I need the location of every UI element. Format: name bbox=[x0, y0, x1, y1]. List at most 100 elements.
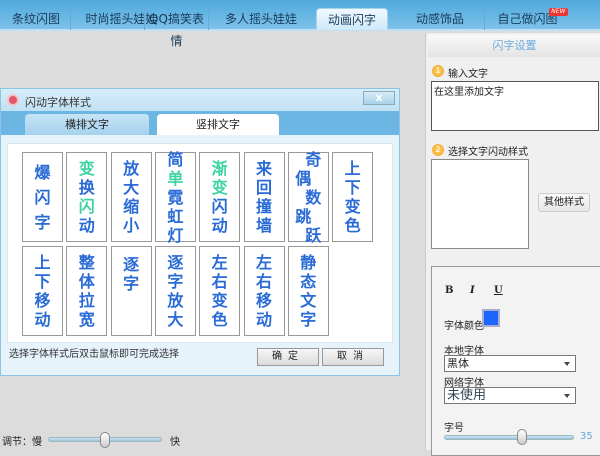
style-char: 撞 bbox=[255, 197, 272, 216]
style-card[interactable]: 简单霓虹灯 bbox=[154, 149, 196, 245]
style-char: 态 bbox=[300, 272, 317, 291]
style-char: 闪 bbox=[211, 197, 228, 216]
nav-tab[interactable]: 动感饰品 bbox=[396, 8, 484, 30]
style-char: 拉 bbox=[78, 291, 95, 310]
style-preview[interactable] bbox=[431, 159, 529, 249]
style-char: 偶 bbox=[295, 168, 312, 188]
style-char: 来 bbox=[255, 159, 272, 178]
style-char: 字 bbox=[123, 274, 140, 293]
local-font-value: 黑体 bbox=[447, 357, 469, 370]
style-card[interactable]: 逐字放大 bbox=[154, 246, 196, 336]
style-char: 色 bbox=[211, 310, 228, 329]
style-char: 跃 bbox=[305, 225, 322, 245]
style-char: 回 bbox=[255, 178, 272, 197]
style-char: 色 bbox=[344, 216, 361, 235]
speed-slider-thumb[interactable] bbox=[100, 432, 110, 448]
style-char: 跳 bbox=[295, 206, 312, 226]
style-char: 宽 bbox=[78, 310, 95, 329]
style-char: 下 bbox=[34, 272, 51, 291]
style-char: 上 bbox=[34, 253, 51, 272]
style-card[interactable]: 上下变色 bbox=[332, 152, 374, 242]
style-char: 变 bbox=[211, 178, 228, 197]
style-char: 动 bbox=[211, 216, 228, 235]
web-font-select[interactable]: 未使用 bbox=[444, 387, 576, 404]
style-card[interactable]: 渐变闪动 bbox=[199, 152, 241, 242]
text-input[interactable]: 在这里添加文字 bbox=[431, 81, 599, 131]
style-card[interactable]: 静态文字 bbox=[287, 246, 329, 336]
nav-tab[interactable]: 多人摇头娃娃 bbox=[208, 8, 313, 30]
style-char: 字 bbox=[300, 310, 317, 329]
step-1-label: 输入文字 bbox=[448, 69, 488, 80]
nav-tab-label: 动感饰品 bbox=[415, 12, 464, 26]
style-char: 右 bbox=[211, 272, 228, 291]
style-char: 单 bbox=[167, 168, 184, 188]
top-nav: 条纹闪图 时尚摇头娃娃 QQ搞笑表情 多人摇头娃娃 动画闪字 动感饰品 自己做闪图 NEW bbox=[0, 0, 600, 48]
style-card[interactable]: 逐字 bbox=[110, 246, 152, 336]
nav-tab[interactable]: QQ搞笑表情 bbox=[144, 8, 208, 48]
panel-title: 闪字设置 bbox=[428, 35, 600, 57]
local-font-select[interactable]: 黑体 bbox=[444, 355, 576, 372]
style-char: 逐 bbox=[167, 253, 184, 272]
speed-label: 调节：慢 bbox=[2, 437, 42, 448]
close-button[interactable]: x bbox=[363, 91, 395, 105]
nav-tab-label: 动画闪字 bbox=[327, 13, 376, 27]
style-card[interactable]: 变换闪动 bbox=[66, 152, 108, 242]
tab-vertical[interactable]: 竖排文字 bbox=[157, 114, 279, 135]
style-card[interactable]: 爆闪字 bbox=[22, 152, 63, 242]
font-color-swatch[interactable] bbox=[482, 309, 500, 327]
nav-tab-label: 多人摇头娃娃 bbox=[224, 12, 297, 26]
nav-tab[interactable]: 条纹闪图 bbox=[4, 8, 68, 30]
other-styles-button[interactable]: 其他样式 bbox=[538, 193, 590, 212]
style-char: 上 bbox=[344, 159, 361, 178]
style-char: 变 bbox=[211, 291, 228, 310]
style-char: 小 bbox=[123, 216, 140, 235]
style-char: 字 bbox=[34, 212, 51, 232]
italic-button[interactable]: I bbox=[470, 285, 475, 296]
style-char: 移 bbox=[255, 291, 272, 310]
style-char: 动 bbox=[34, 310, 51, 329]
new-badge: NEW bbox=[549, 8, 568, 16]
style-char: 大 bbox=[167, 310, 184, 329]
style-char: 数 bbox=[305, 187, 322, 207]
style-char: 简 bbox=[167, 149, 184, 169]
nav-tab[interactable]: 动画闪字 bbox=[316, 8, 388, 30]
tab-horizontal[interactable]: 横排文字 bbox=[25, 114, 149, 135]
underline-button[interactable]: U bbox=[494, 285, 503, 296]
style-card[interactable]: 奇偶数跳跃 bbox=[287, 150, 329, 245]
settings-panel: 闪字设置 1 输入文字 在这里添加文字 2 选择文字闪动样式 其他样式 B I … bbox=[425, 33, 600, 456]
style-char: 左 bbox=[255, 253, 272, 272]
style-char: 下 bbox=[344, 178, 361, 197]
style-char: 字 bbox=[167, 272, 184, 291]
style-card[interactable]: 上下移动 bbox=[22, 246, 63, 336]
style-char: 渐 bbox=[211, 159, 228, 178]
step-2-badge: 2 bbox=[432, 144, 444, 156]
dropdown-arrow-icon bbox=[564, 394, 570, 398]
style-char: 换 bbox=[78, 178, 95, 197]
nav-tab-label: 自己做闪图 NEW bbox=[497, 8, 568, 26]
style-char: 移 bbox=[34, 291, 51, 310]
hint-text: 选择字体样式后双击鼠标即可完成选择 bbox=[9, 349, 179, 360]
dropdown-arrow-icon bbox=[564, 362, 570, 366]
font-color-label: 字体颜色 bbox=[444, 321, 484, 332]
style-char: 整 bbox=[78, 253, 95, 272]
size-slider[interactable] bbox=[444, 435, 574, 440]
style-card[interactable]: 来回撞墙 bbox=[243, 152, 285, 242]
style-char: 放 bbox=[167, 291, 184, 310]
style-grid: 爆闪字变换闪动放大缩小简单霓虹灯渐变闪动来回撞墙奇偶数跳跃上下变色上下移动整体拉… bbox=[7, 143, 393, 343]
cancel-button[interactable]: 取消 bbox=[322, 348, 384, 366]
size-slider-thumb[interactable] bbox=[517, 429, 527, 445]
style-char: 霓 bbox=[167, 187, 184, 207]
style-char: 左 bbox=[211, 253, 228, 272]
bold-button[interactable]: B bbox=[445, 285, 453, 296]
style-char: 放 bbox=[123, 159, 140, 178]
style-card[interactable]: 整体拉宽 bbox=[66, 246, 108, 336]
step-2-label: 选择文字闪动样式 bbox=[448, 147, 528, 158]
dialog-title: 闪动字体样式 bbox=[25, 96, 91, 109]
style-char: 缩 bbox=[123, 197, 140, 216]
style-card[interactable]: 左右移动 bbox=[243, 246, 285, 336]
style-card[interactable]: 左右变色 bbox=[199, 246, 241, 336]
style-char: 虹 bbox=[167, 206, 184, 226]
nav-tab[interactable]: 自己做闪图 NEW bbox=[484, 8, 570, 30]
ok-button[interactable]: 确定 bbox=[257, 348, 319, 366]
style-card[interactable]: 放大缩小 bbox=[110, 152, 152, 242]
